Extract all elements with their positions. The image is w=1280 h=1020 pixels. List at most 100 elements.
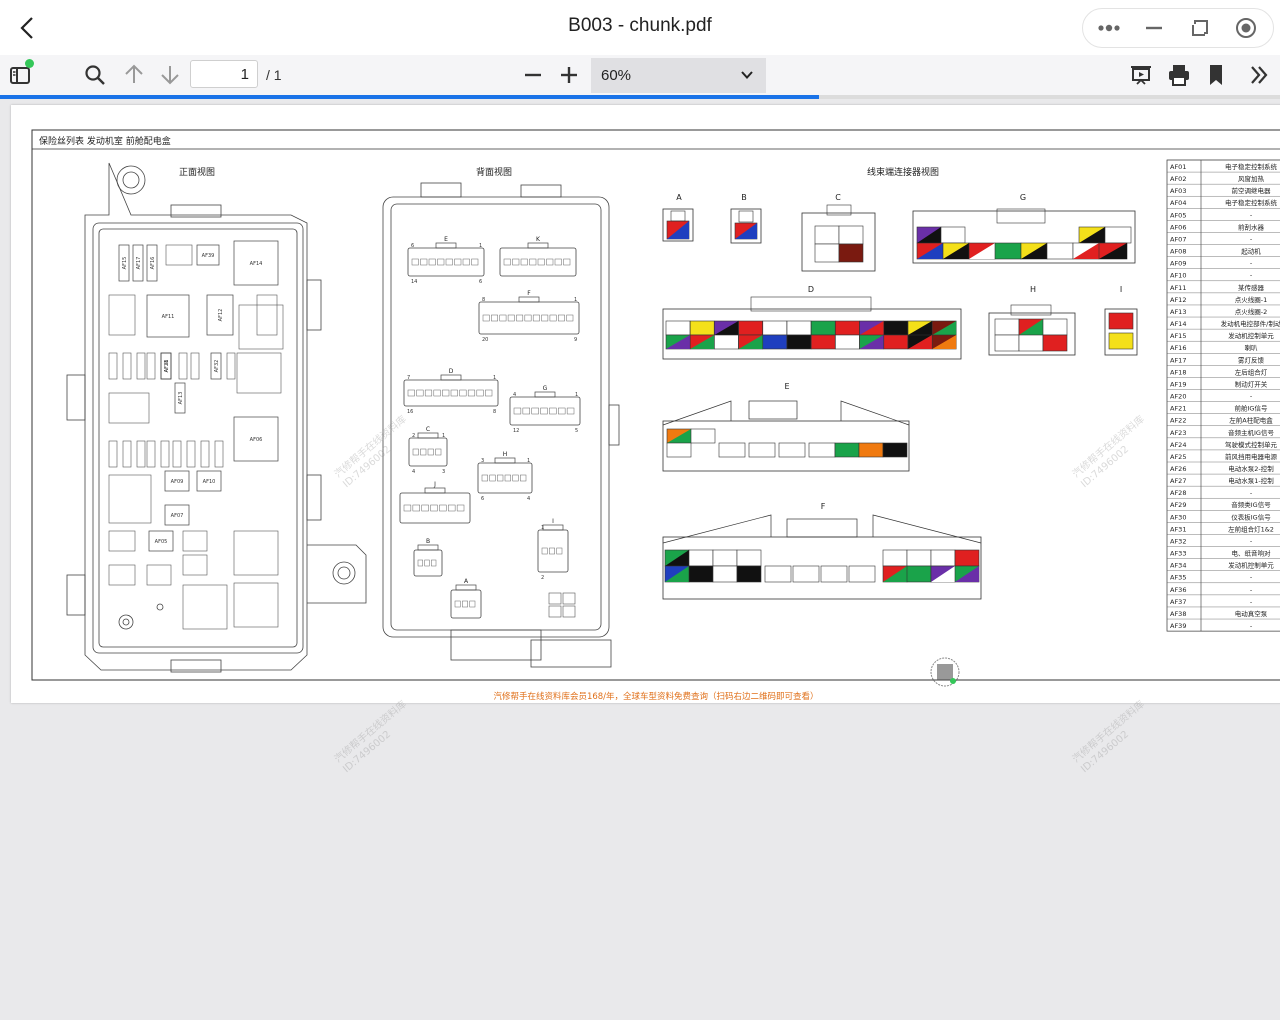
fuse-id: AF35 <box>1170 574 1186 582</box>
pin-number: 5 <box>575 428 578 434</box>
fuse-id: AF07 <box>1170 235 1186 243</box>
fuse-description: - <box>1250 586 1253 594</box>
fuse-slot <box>214 440 224 468</box>
table-row: AF32 - <box>1167 534 1280 545</box>
connector-id: B <box>426 538 430 545</box>
table-row: AF15 发动机控制单元 <box>1167 328 1280 340</box>
fuse-label: AF05 <box>155 539 168 545</box>
page-number-input[interactable]: 1 <box>190 60 258 88</box>
fuse-slot: AF14 <box>233 240 279 286</box>
table-row: AF22 左前A柱配电盒 <box>1167 413 1280 425</box>
pin-number: 6 <box>479 279 482 285</box>
fuse-label: AF07 <box>171 513 184 519</box>
fuse-slot: AF13 <box>174 382 186 414</box>
fuse-id: AF27 <box>1170 477 1186 485</box>
fuse-description: - <box>1250 622 1253 630</box>
fuse-label: AF06 <box>250 437 263 443</box>
fuse-id: AF39 <box>1170 622 1186 630</box>
table-row: AF07 - <box>1167 232 1280 243</box>
more-tools-icon[interactable] <box>1246 62 1272 88</box>
table-row: AF30 仪表板IG信号 <box>1167 510 1280 521</box>
front-fuse-grid: AF39 AF14 AF11 AF12 AF06 AF09 AF10 AF07 AF05 AF15… <box>108 240 284 630</box>
fuse-description: 发动机控制单元 <box>1228 331 1274 340</box>
connector-letter: E <box>784 382 789 391</box>
table-row: AF33 电、纸音响对 <box>1167 546 1280 558</box>
fuse-label: AF14 <box>250 261 263 267</box>
previous-page-icon[interactable] <box>121 62 147 88</box>
table-row: AF17 雾灯反馈 <box>1167 353 1280 364</box>
back-connector: H 3 1 6 4 <box>477 451 533 502</box>
table-row: AF38 电动真空泵 <box>1167 606 1280 618</box>
pin-number: 4 <box>527 496 530 502</box>
restore-icon[interactable] <box>1186 15 1214 41</box>
fuse-id: AF17 <box>1170 356 1186 364</box>
watermark: 汽修帮手在线资料库 ID:7496002 <box>1070 698 1156 776</box>
fuse-description: 前空调继电器 <box>1232 186 1272 195</box>
fuse-id: AF11 <box>1170 284 1186 292</box>
footer-promo: 汽修帮手在线资料库会员168/年，全球车型资料免费查询（扫码右边二维码即可查看） <box>493 691 818 702</box>
table-row: AF34 发动机控制单元 <box>1167 558 1280 570</box>
fuse-description: 制动灯开关 <box>1235 379 1268 388</box>
pin-number: 1 <box>541 525 544 531</box>
fuse-slot <box>238 304 284 350</box>
fuse-description: 左后组合灯 <box>1235 367 1268 376</box>
table-row: AF37 - <box>1167 594 1280 606</box>
close-target-icon[interactable] <box>1232 15 1260 41</box>
fuse-slot: AF31 <box>160 352 172 380</box>
more-icon[interactable] <box>1095 15 1123 41</box>
back-connector: F 8 1 20 9 <box>478 290 580 343</box>
back-connector <box>548 592 576 618</box>
pin-number: 3 <box>442 469 445 475</box>
fuse-id: AF08 <box>1170 248 1186 256</box>
pin-number: 6 <box>481 496 484 502</box>
connector-id: K <box>536 236 541 243</box>
zoom-out-icon[interactable] <box>520 62 546 88</box>
fuse-slot <box>256 294 278 336</box>
pin-number: 1 <box>442 433 445 439</box>
bookmark-icon[interactable] <box>1203 62 1229 88</box>
front-view-label: 正面视图 <box>179 166 215 178</box>
pin-number: 7 <box>407 375 410 381</box>
fuse-description: - <box>1250 260 1253 268</box>
fuse-description: 电动水泵2-控制 <box>1228 464 1274 473</box>
pdf-toolbar: 1 / 1 60% <box>0 55 1280 95</box>
pin-number: 1 <box>575 392 578 398</box>
fuse-id: AF21 <box>1170 405 1186 413</box>
table-row: AF26 电动水泵2-控制 <box>1167 461 1280 473</box>
table-row: AF36 - <box>1167 582 1280 594</box>
fuse-slot <box>172 440 182 468</box>
fuse-slot: AF09 <box>164 470 190 492</box>
print-icon[interactable] <box>1166 62 1192 88</box>
fuse-slot <box>108 392 150 424</box>
pin-number: 8 <box>482 297 485 303</box>
fuse-label: AF39 <box>202 253 215 259</box>
chevron-down-icon <box>741 71 753 79</box>
search-icon[interactable] <box>82 62 108 88</box>
pdf-viewer[interactable]: 保险丝列表 发动机室 前舱配电盒 正面视图 背面视图 线束端连接器视图 AF39… <box>0 99 1280 1020</box>
fuse-description: - <box>1250 211 1253 219</box>
back-view-label: 背面视图 <box>476 166 512 178</box>
table-row: AF03 前空调继电器 <box>1167 183 1280 195</box>
zoom-select[interactable]: 60% <box>591 58 766 93</box>
fuse-description: 点火线圈-1 <box>1235 295 1267 304</box>
fuse-description: 风窗加热 <box>1238 174 1265 183</box>
table-row: AF12 点火线圈-1 <box>1167 292 1280 304</box>
table-row: AF02 风窗加热 <box>1167 171 1280 183</box>
back-connector: B <box>413 538 443 577</box>
minimize-icon[interactable] <box>1140 15 1168 41</box>
fuse-table: AF01 电子稳定控制系统 AF02 风窗加热 AF03 前空调继电器 AF04 电子稳定控制… <box>1166 159 1280 632</box>
connector-id: G <box>543 385 548 392</box>
pin-number: 1 <box>479 243 482 249</box>
back-connector: K <box>499 236 577 277</box>
presentation-icon[interactable] <box>1128 62 1154 88</box>
next-page-icon[interactable] <box>157 62 183 88</box>
fuse-label: AF11 <box>162 314 175 320</box>
table-row: AF20 - <box>1167 389 1280 401</box>
connector-view-label: 线束端连接器视图 <box>867 166 939 178</box>
table-row: AF04 电子稳定控制系统 <box>1167 196 1280 207</box>
fuse-slot <box>136 352 146 380</box>
fuse-label: AF09 <box>171 479 184 485</box>
fuse-label: AF10 <box>203 479 216 485</box>
fuse-description: 驾驶模式控制单元 <box>1225 440 1278 449</box>
zoom-in-icon[interactable] <box>556 62 582 88</box>
